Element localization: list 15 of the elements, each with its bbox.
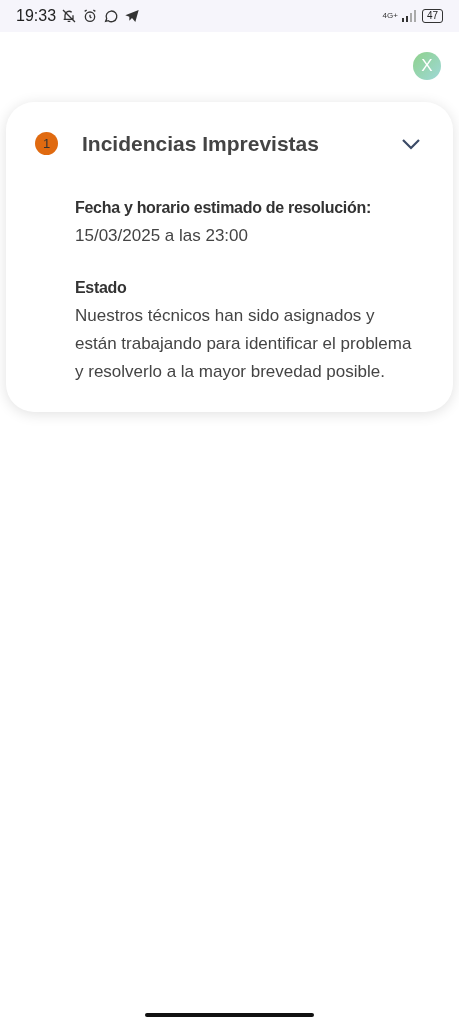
bell-off-icon	[61, 8, 78, 24]
battery-indicator: 47	[421, 9, 443, 23]
number-badge: 1	[35, 132, 58, 156]
signal-icon	[401, 10, 418, 22]
status-time: 19:33	[16, 6, 57, 26]
field-value: Nuestros técnicos han sido asignados y están trabajando para identificar el problema y resolverlo a la mayor brevedad posible.	[75, 304, 413, 383]
card-title: Incidencias Imprevistas	[82, 131, 320, 157]
field-label: Fecha y horario estimado de resolución:	[75, 197, 372, 218]
field-label: Estado	[75, 277, 128, 298]
close-button[interactable]: X	[413, 52, 441, 80]
paper-plane-icon	[124, 8, 141, 24]
network-type: 4G+	[382, 12, 398, 20]
chat-bubble-icon	[103, 8, 120, 24]
field-value: 15/03/2025 a las 23:00	[75, 224, 249, 247]
chevron-down-icon[interactable]	[401, 137, 421, 150]
